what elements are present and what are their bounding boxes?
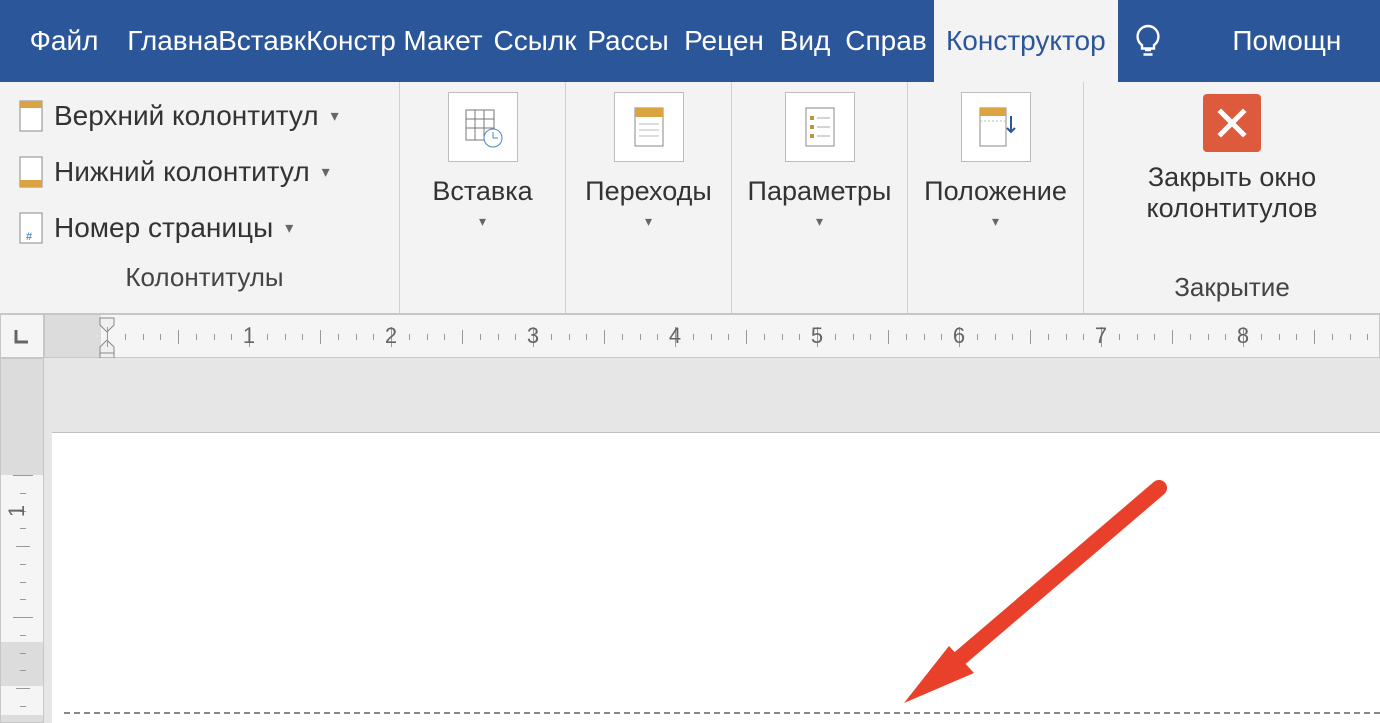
tab-header-footer-design[interactable]: Конструктор [934, 0, 1118, 82]
ruler-mark: 6 [953, 323, 965, 349]
navigation-label: Переходы [585, 176, 712, 207]
svg-text:#: # [26, 231, 33, 243]
group-position: Положение ▾ [908, 82, 1084, 313]
ribbon: Верхний колонтитул ▾ Нижний колонтитул ▾… [0, 82, 1380, 314]
dropdown-caret-icon: ▾ [331, 106, 339, 126]
group-close: Закрыть окно колонтитулов Закрытие [1084, 82, 1380, 313]
tab-layout[interactable]: Макет [396, 0, 490, 82]
insert-dropdown[interactable]: Вставка ▾ [400, 92, 565, 230]
footer-label: Нижний колонтитул [54, 156, 310, 188]
position-label: Положение [924, 176, 1067, 207]
date-time-icon [448, 92, 518, 162]
dropdown-caret-icon: ▾ [645, 213, 652, 230]
options-icon [785, 92, 855, 162]
header-boundary-line [64, 712, 1380, 714]
page-number-icon: # [18, 211, 44, 245]
document-area[interactable] [44, 358, 1380, 723]
group-insert: Вставка ▾ [400, 82, 566, 313]
tab-review[interactable]: Рецен [676, 0, 772, 82]
close-icon [1203, 94, 1261, 152]
ribbon-tabs: Файл Главна Вставк Констр Макет Ссылк Ра… [0, 0, 1380, 82]
tell-me-bulb[interactable] [1118, 0, 1178, 82]
footer-icon [18, 155, 44, 189]
close-header-footer-button[interactable]: Закрыть окно колонтитулов [1141, 94, 1324, 224]
tab-file[interactable]: Файл [0, 0, 128, 82]
goto-header-icon [614, 92, 684, 162]
group-header-footer: Верхний колонтитул ▾ Нижний колонтитул ▾… [0, 82, 400, 313]
ruler-mark: 2 [385, 323, 397, 349]
footer-dropdown[interactable]: Нижний колонтитул ▾ [14, 144, 395, 200]
group-navigation: Переходы ▾ [566, 82, 732, 313]
ruler-mark: 4 [669, 323, 681, 349]
tab-selector[interactable] [0, 314, 44, 358]
navigation-dropdown[interactable]: Переходы ▾ [566, 92, 731, 230]
ruler-mark: 3 [527, 323, 539, 349]
page-number-dropdown[interactable]: # Номер страницы ▾ [14, 200, 395, 256]
group-label-close: Закрытие [1174, 268, 1290, 313]
horizontal-ruler[interactable]: 1 2 3 4 5 6 7 8 [44, 314, 1380, 358]
tab-insert[interactable]: Вставк [218, 0, 306, 82]
group-label-header-footer: Колонтитулы [14, 258, 395, 303]
ruler-mark: 1 [243, 323, 255, 349]
close-label: Закрыть окно колонтитулов [1147, 162, 1318, 224]
tab-mailings[interactable]: Рассы [580, 0, 676, 82]
ruler-mark: 1 [4, 504, 30, 516]
header-dropdown[interactable]: Верхний колонтитул ▾ [14, 88, 395, 144]
group-options: Параметры ▾ [732, 82, 908, 313]
position-icon [961, 92, 1031, 162]
ruler-mark: 5 [811, 323, 823, 349]
page[interactable] [52, 432, 1380, 723]
tab-references[interactable]: Ссылк [490, 0, 580, 82]
dropdown-caret-icon: ▾ [816, 213, 823, 230]
tab-home[interactable]: Главна [128, 0, 218, 82]
dropdown-caret-icon: ▾ [479, 213, 486, 230]
ruler-mark: 7 [1095, 323, 1107, 349]
header-icon [18, 99, 44, 133]
lightbulb-icon [1130, 23, 1166, 59]
dropdown-caret-icon: ▾ [992, 213, 999, 230]
options-dropdown[interactable]: Параметры ▾ [732, 92, 907, 230]
page-number-label: Номер страницы [54, 212, 273, 244]
workspace: 1 2 3 4 5 6 7 8 1 [0, 314, 1380, 723]
tab-view[interactable]: Вид [772, 0, 838, 82]
vertical-ruler[interactable]: 1 [0, 358, 44, 723]
tab-design[interactable]: Констр [306, 0, 396, 82]
header-label: Верхний колонтитул [54, 100, 319, 132]
position-dropdown[interactable]: Положение ▾ [908, 92, 1083, 230]
insert-label: Вставка [432, 176, 532, 207]
ruler-mark: 8 [1237, 323, 1249, 349]
tab-help[interactable]: Справ [838, 0, 934, 82]
dropdown-caret-icon: ▾ [285, 218, 293, 238]
options-label: Параметры [748, 176, 892, 207]
assistant-label[interactable]: Помощн [1178, 0, 1380, 82]
dropdown-caret-icon: ▾ [322, 162, 330, 182]
